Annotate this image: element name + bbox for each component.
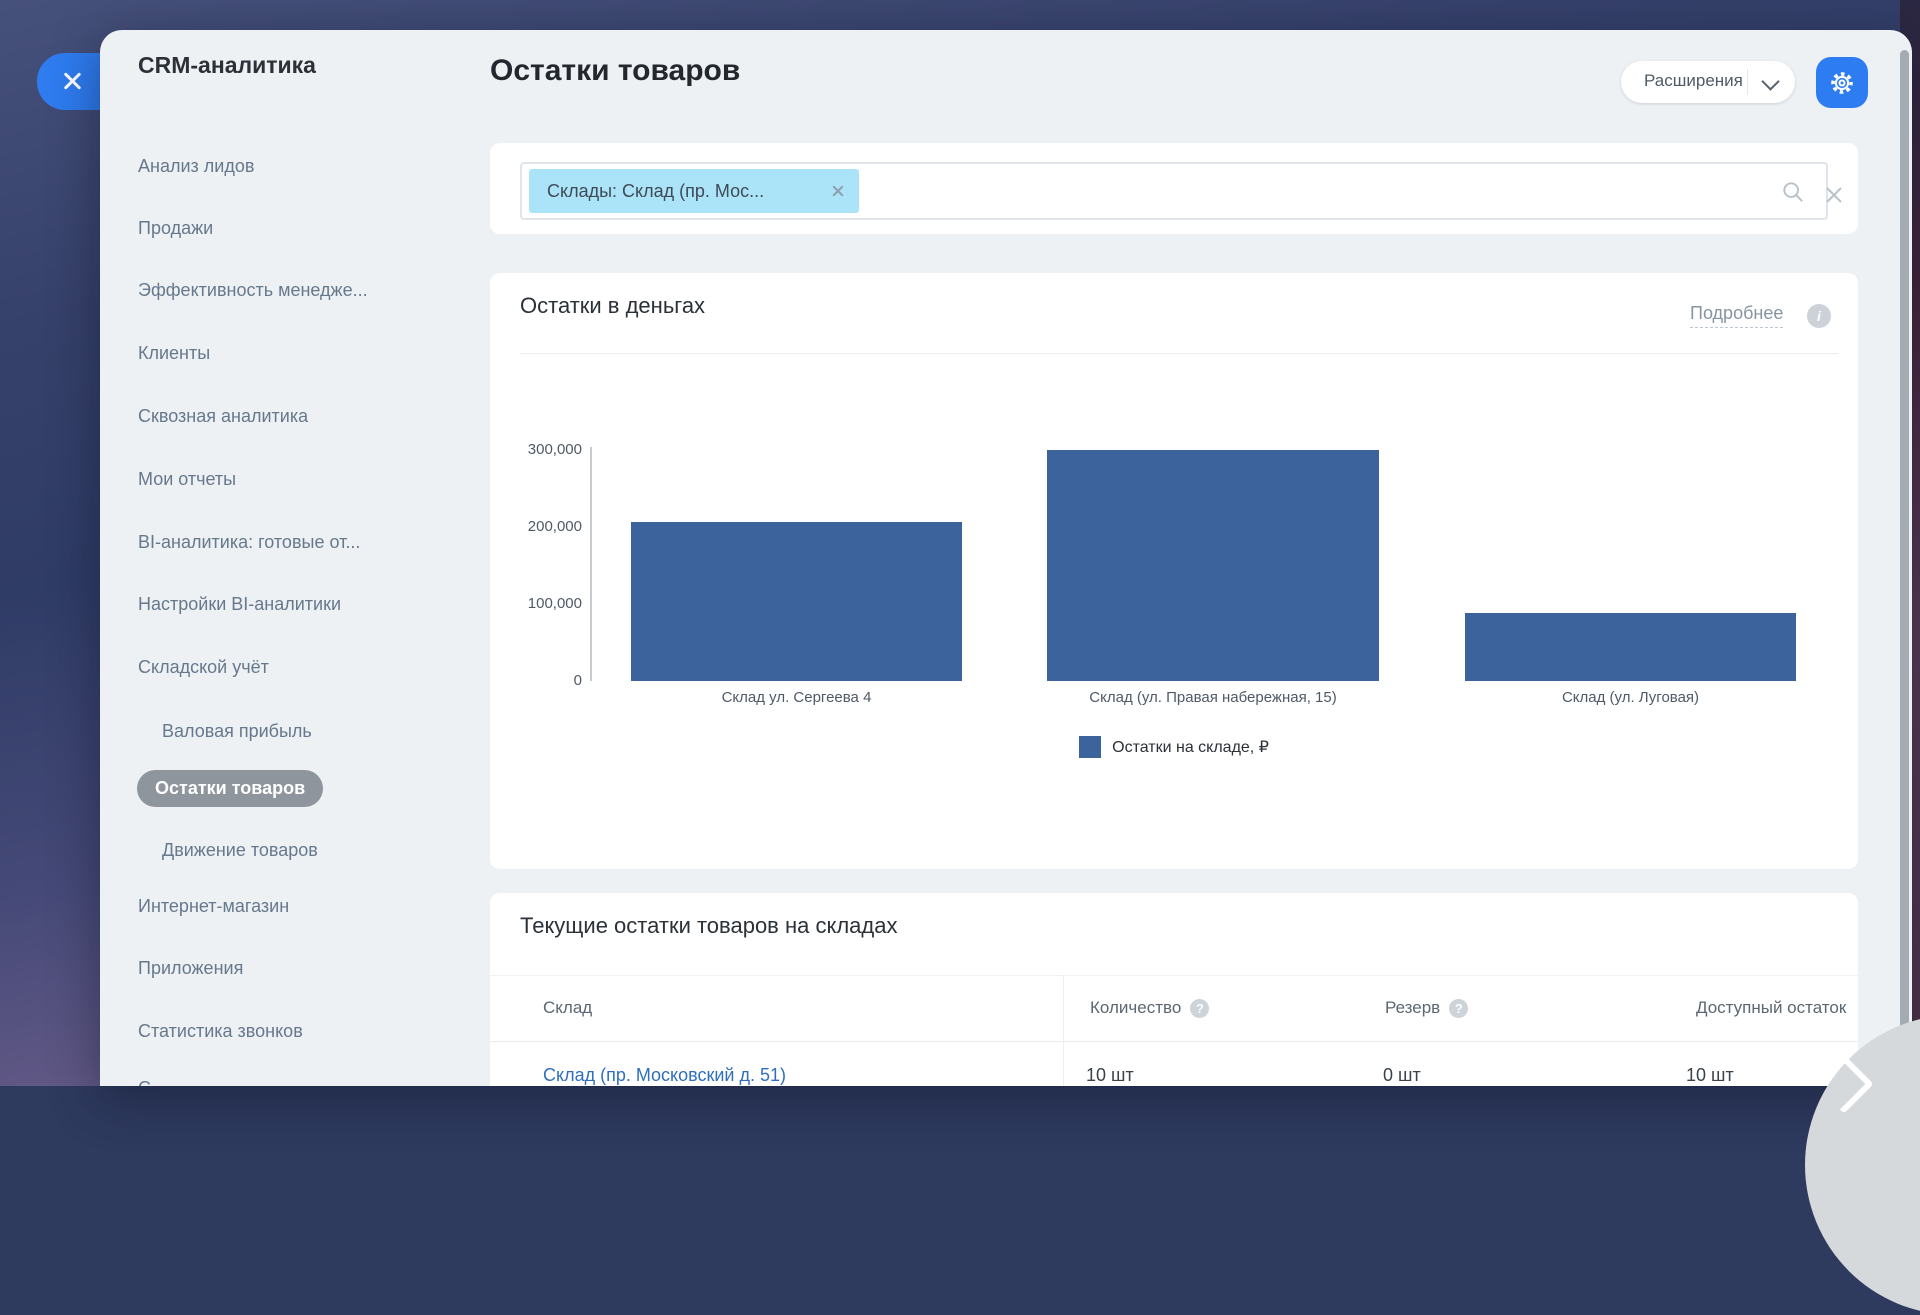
chevron-down-icon	[1761, 72, 1779, 90]
tag-remove-icon[interactable]	[831, 184, 845, 198]
page-title: Остатки товаров	[490, 54, 740, 88]
bar-sergeeva	[631, 522, 962, 681]
money-balance-card: Остатки в деньгах Подробнее i 300,000 20…	[490, 273, 1858, 869]
gear-icon	[1828, 69, 1856, 97]
sidebar-item-stock-balance-active[interactable]: Остатки товаров	[137, 770, 323, 807]
column-header-available: Доступный остаток	[1696, 998, 1846, 1018]
current-stock-card: Текущие остатки товаров на складах Склад…	[490, 893, 1858, 1086]
sidebar-item-clients[interactable]: Клиенты	[138, 343, 210, 364]
sidebar-item-my-reports[interactable]: Мои отчеты	[138, 469, 236, 490]
panel-scrollbar[interactable]	[1900, 50, 1909, 1086]
extensions-button-label: Расширения	[1644, 71, 1743, 91]
clear-search-icon[interactable]	[1824, 185, 1844, 205]
sidebar-item-call-statistics[interactable]: Статистика звонков	[138, 1021, 303, 1042]
reserve-cell: 0 шт	[1383, 1065, 1421, 1086]
legend-label: Остатки на складе, ₽	[1112, 737, 1269, 757]
sidebar-item-end-to-end-analytics[interactable]: Сквозная аналитика	[138, 406, 308, 427]
button-divider	[1747, 69, 1748, 95]
sidebar-item-lead-analysis[interactable]: Анализ лидов	[138, 156, 254, 177]
close-icon	[61, 70, 83, 92]
quantity-cell: 10 шт	[1086, 1065, 1134, 1086]
filter-search-input[interactable]: Склады: Склад (пр. Мос...	[520, 162, 1828, 220]
filter-tag-label: Склады: Склад (пр. Мос...	[547, 181, 764, 202]
sidebar-title: CRM-аналитика	[138, 52, 316, 79]
sidebar-item-manager-efficiency[interactable]: Эффективность менедже...	[138, 280, 368, 301]
warehouse-link[interactable]: Склад (пр. Московский д. 51)	[543, 1065, 786, 1086]
sidebar-item-online-store[interactable]: Интернет-магазин	[138, 896, 289, 917]
chart-legend: Остатки на складе, ₽	[490, 736, 1858, 758]
sidebar-item-clipped[interactable]: С	[138, 1078, 151, 1086]
legend-swatch	[1079, 736, 1101, 758]
sidebar-item-goods-movement[interactable]: Движение товаров	[162, 840, 318, 861]
table-header-row: Склад Количество ? Резерв ? Доступный ос…	[490, 975, 1858, 1042]
y-axis-line	[590, 447, 592, 681]
column-divider	[1063, 975, 1064, 1086]
x-label-pravaya-naberezhnaya: Склад (ул. Правая набережная, 15)	[1047, 689, 1379, 706]
y-tick-200000: 200,000	[490, 518, 582, 535]
x-label-sergeeva: Склад ул. Сергеева 4	[631, 689, 962, 706]
chart-title: Остатки в деньгах	[520, 293, 705, 319]
available-cell: 10 шт	[1686, 1065, 1734, 1086]
column-header-reserve: Резерв ?	[1385, 998, 1468, 1018]
details-link[interactable]: Подробнее	[1690, 303, 1783, 328]
table-title: Текущие остатки товаров на складах	[520, 913, 898, 939]
column-header-quantity: Количество ?	[1090, 998, 1209, 1018]
x-label-lugovaya: Склад (ул. Луговая)	[1465, 689, 1796, 706]
sidebar-item-applications[interactable]: Приложения	[138, 958, 243, 979]
info-icon[interactable]: i	[1807, 304, 1831, 328]
extensions-button[interactable]: Расширения	[1621, 61, 1795, 103]
bar-lugovaya	[1465, 613, 1796, 681]
y-tick-300000: 300,000	[490, 441, 582, 458]
help-icon[interactable]: ?	[1190, 999, 1209, 1018]
sidebar-item-warehouse-accounting[interactable]: Складской учёт	[138, 657, 269, 678]
search-icon[interactable]	[1780, 179, 1806, 205]
bar-pravaya-naberezhnaya	[1047, 450, 1379, 681]
help-icon[interactable]: ?	[1449, 999, 1468, 1018]
y-tick-0: 0	[490, 672, 582, 689]
filter-card: Склады: Склад (пр. Мос...	[490, 143, 1858, 234]
sidebar-item-bi-analytics[interactable]: BI-аналитика: готовые от...	[138, 532, 360, 553]
sidebar-item-gross-profit[interactable]: Валовая прибыль	[162, 721, 312, 742]
sidebar-item-sales[interactable]: Продажи	[138, 218, 213, 239]
sidebar-item-bi-settings[interactable]: Настройки BI-аналитики	[138, 594, 341, 615]
column-header-warehouse: Склад	[543, 998, 592, 1018]
card-divider	[520, 353, 1838, 354]
settings-button[interactable]	[1816, 57, 1868, 108]
y-tick-100000: 100,000	[490, 595, 582, 612]
slider-close-button[interactable]	[37, 53, 100, 110]
slider-panel: CRM-аналитика Анализ лидов Продажи Эффек…	[100, 30, 1912, 1086]
filter-tag-warehouses[interactable]: Склады: Склад (пр. Мос...	[529, 169, 859, 213]
